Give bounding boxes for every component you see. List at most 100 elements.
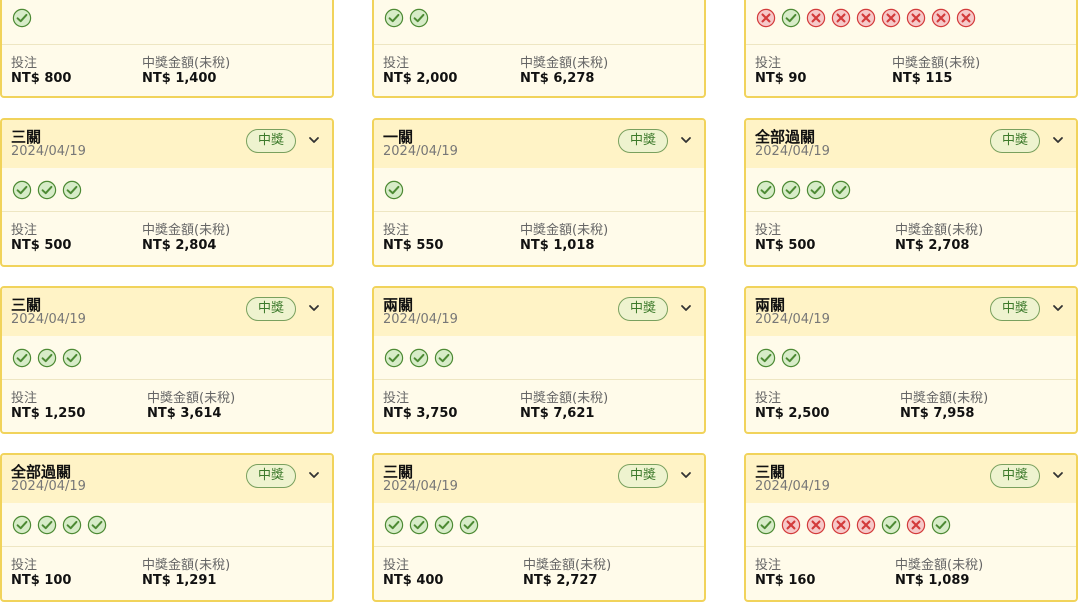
stake-label: 投注 — [755, 391, 782, 406]
leg-results — [2, 336, 332, 380]
win-check-icon — [434, 515, 454, 534]
bet-date: 2024/04/19 — [11, 144, 86, 159]
win-check-icon — [459, 515, 479, 534]
payout-block: 中獎金額(未稅) NT$ 115 — [892, 57, 980, 87]
chevron-down-icon[interactable] — [306, 132, 322, 148]
stake-value: NT$ 400 — [383, 573, 444, 588]
stake-block: 投注 NT$ 160 — [755, 559, 815, 589]
bet-date: 2024/04/19 — [755, 144, 830, 159]
bet-date: 2024/04/19 — [383, 312, 458, 327]
bet-card-header[interactable]: 全部過關 2024/04/19 中獎 — [746, 120, 1076, 168]
bet-date: 2024/04/19 — [383, 479, 458, 494]
bet-card[interactable]: 兩關 2024/04/19 中獎 投注 NT$ 2,500 中獎金額(未稅) NT$ 7,9… — [744, 286, 1078, 434]
win-check-icon — [881, 515, 901, 534]
bet-card[interactable]: 投注 NT$ 2,000 中獎金額(未稅) NT$ 6,278 — [372, 0, 706, 98]
stake-label: 投注 — [11, 56, 38, 71]
win-check-icon — [384, 180, 404, 199]
stake-block: 投注 NT$ 800 — [11, 57, 71, 87]
payout-block: 中獎金額(未稅) NT$ 1,400 — [142, 57, 230, 87]
bet-card-header[interactable]: 一關 2024/04/19 中獎 — [374, 120, 704, 168]
payout-value: NT$ 2,727 — [523, 573, 598, 588]
payout-label: 中獎金額(未稅) — [147, 391, 236, 406]
bet-card-header[interactable]: 三關 2024/04/19 中獎 — [746, 455, 1076, 503]
chevron-down-icon[interactable] — [306, 300, 322, 316]
bet-card[interactable]: 三關 2024/04/19 中獎投注 NT$ 500 中獎金額(未稅) NT$ 2,804 — [0, 118, 334, 267]
bet-card-header[interactable]: 三關 2024/04/19 中獎 — [374, 455, 704, 503]
leg-results — [374, 503, 704, 547]
stake-label: 投注 — [11, 223, 38, 238]
payout-label: 中獎金額(未稅) — [142, 558, 231, 573]
payout-value: NT$ 2,804 — [142, 238, 217, 253]
bet-amounts: 投注 NT$ 500 中獎金額(未稅) NT$ 2,708 — [746, 212, 1076, 265]
bet-amounts: 投注 NT$ 500 中獎金額(未稅) NT$ 2,804 — [2, 212, 332, 265]
payout-label: 中獎金額(未稅) — [895, 558, 984, 573]
leg-results — [2, 503, 332, 547]
bet-card-header[interactable]: 兩關 2024/04/19 中獎 — [746, 288, 1076, 336]
bet-amounts: 投注 NT$ 160 中獎金額(未稅) NT$ 1,089 — [746, 547, 1076, 600]
lose-cross-icon — [956, 8, 976, 28]
bet-card-header[interactable]: 兩關 2024/04/19 中獎 — [374, 288, 704, 336]
chevron-down-icon[interactable] — [678, 467, 694, 483]
status-badge: 中獎 — [989, 297, 1040, 321]
bet-amounts: 投注 NT$ 3,750 中獎金額(未稅) NT$ 7,621 — [374, 380, 704, 432]
stake-block: 投注 NT$ 2,000 — [383, 57, 457, 87]
win-check-icon — [409, 8, 429, 28]
status-badge: 中獎 — [617, 129, 668, 153]
payout-value: NT$ 1,400 — [142, 71, 217, 86]
chevron-down-icon[interactable] — [1050, 300, 1066, 316]
bet-card[interactable]: 三關 2024/04/19 中獎 投注 NT$ 400 中獎金額(未稅) NT$ 2,727 — [372, 453, 706, 602]
win-check-icon — [12, 180, 32, 199]
stake-value: NT$ 2,500 — [755, 406, 830, 421]
win-check-icon — [781, 180, 801, 199]
bet-card[interactable]: 投注 NT$ 800 中獎金額(未稅) NT$ 1,400 — [0, 0, 334, 98]
status-badge: 中獎 — [617, 297, 668, 321]
payout-label: 中獎金額(未稅) — [900, 391, 989, 406]
bet-card-header[interactable]: 全部過關 2024/04/19 中獎 — [2, 455, 332, 503]
leg-results — [374, 0, 704, 45]
bet-card[interactable]: 兩關 2024/04/19 中獎 投注 NT$ 3,750 中獎金額(未稅) NT$ 7,6… — [372, 286, 706, 434]
win-check-icon — [37, 348, 57, 367]
chevron-down-icon[interactable] — [306, 467, 322, 483]
stake-label: 投注 — [755, 558, 782, 573]
win-check-icon — [434, 348, 454, 367]
stake-block: 投注 NT$ 2,500 — [755, 392, 829, 422]
chevron-down-icon[interactable] — [1050, 132, 1066, 148]
payout-value: NT$ 3,614 — [147, 406, 222, 421]
bet-card[interactable]: 一關 2024/04/19 中獎 投注 NT$ 550 中獎金額(未稅) NT$ 1,018 — [372, 118, 706, 267]
stake-value: NT$ 500 — [11, 238, 72, 253]
stake-value: NT$ 90 — [755, 71, 807, 86]
bet-card[interactable]: 全部過關 2024/04/19 中獎投注 NT$ 500 中獎金額(未稅) NT$ 2,7… — [744, 118, 1078, 267]
payout-block: 中獎金額(未稅) NT$ 7,621 — [520, 392, 608, 422]
win-check-icon — [12, 348, 32, 367]
stake-value: NT$ 1,250 — [11, 406, 86, 421]
bet-amounts: 投注 NT$ 100 中獎金額(未稅) NT$ 1,291 — [2, 547, 332, 600]
stake-label: 投注 — [11, 558, 38, 573]
leg-results — [374, 168, 704, 212]
chevron-down-icon[interactable] — [678, 300, 694, 316]
chevron-down-icon[interactable] — [678, 132, 694, 148]
payout-value: NT$ 1,291 — [142, 573, 217, 588]
bet-card-header[interactable]: 三關 2024/04/19 中獎 — [2, 288, 332, 336]
win-check-icon — [806, 180, 826, 199]
win-check-icon — [781, 348, 801, 367]
payout-label: 中獎金額(未稅) — [892, 56, 981, 71]
bet-card[interactable]: 投注 NT$ 90 中獎金額(未稅) NT$ 115 — [744, 0, 1078, 98]
payout-label: 中獎金額(未稅) — [523, 558, 612, 573]
chevron-down-icon[interactable] — [1050, 467, 1066, 483]
payout-value: NT$ 1,018 — [520, 238, 595, 253]
lose-cross-icon — [856, 515, 876, 534]
win-check-icon — [12, 8, 32, 28]
bet-card[interactable]: 全部過關 2024/04/19 中獎投注 NT$ 100 中獎金額(未稅) NT$ 1,2… — [0, 453, 334, 602]
payout-block: 中獎金額(未稅) NT$ 1,089 — [895, 559, 983, 589]
lose-cross-icon — [806, 8, 826, 28]
bet-card[interactable]: 三關 2024/04/19 中獎 投注 NT$ 1,250 中獎金額(未稅) NT$ 3,6… — [0, 286, 334, 434]
payout-block: 中獎金額(未稅) NT$ 3,614 — [147, 392, 235, 422]
payout-block: 中獎金額(未稅) NT$ 2,708 — [895, 224, 983, 254]
win-check-icon — [384, 8, 404, 28]
payout-value: NT$ 1,089 — [895, 573, 970, 588]
status-badge: 中獎 — [245, 297, 296, 321]
bet-card[interactable]: 三關 2024/04/19 中獎投注 NT$ 160 中獎金額(未稅) NT$ 1,089 — [744, 453, 1078, 602]
stake-block: 投注 NT$ 500 — [755, 224, 815, 254]
bet-card-header[interactable]: 三關 2024/04/19 中獎 — [2, 120, 332, 168]
stake-value: NT$ 2,000 — [383, 71, 458, 86]
